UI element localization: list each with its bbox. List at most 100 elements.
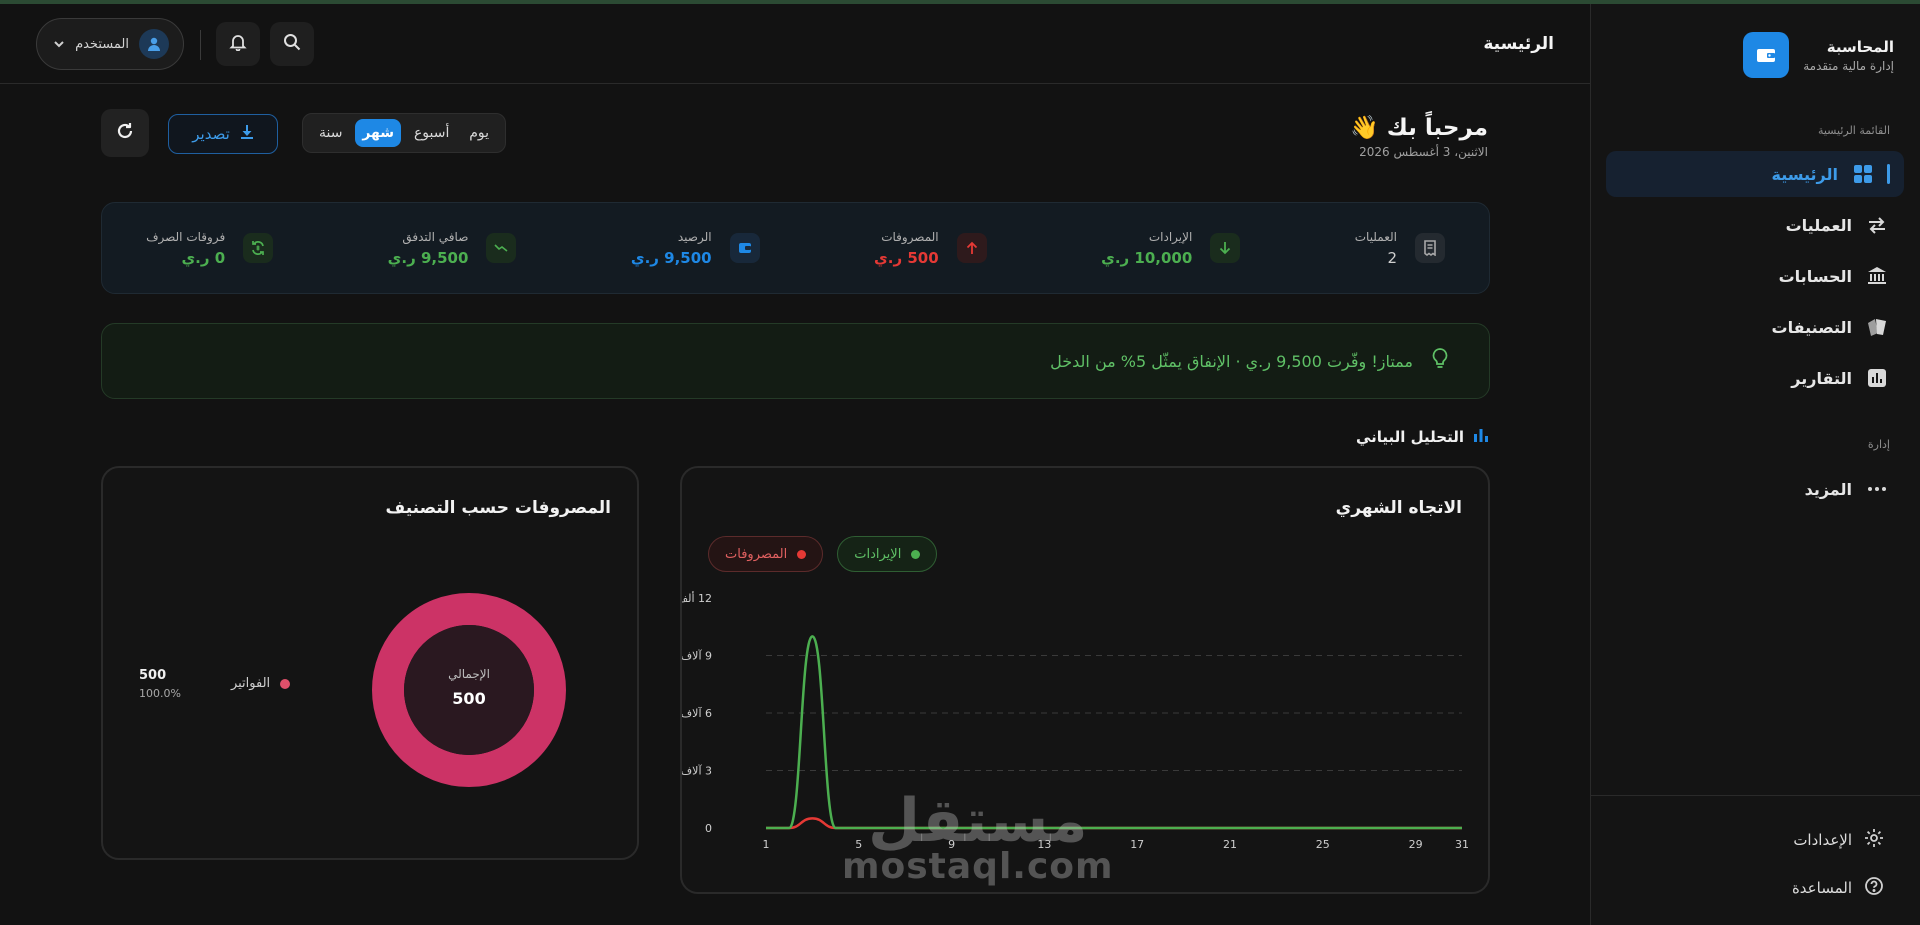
insight-banner: ممتاز! وفّرت 9,500 ر.ي · الإنفاق يمثّل 5… [101, 323, 1490, 399]
period-year[interactable]: سنة [312, 119, 349, 147]
y-tick-label: 9 آلاف [682, 649, 712, 663]
stat-label: صافي التدفق [402, 229, 469, 244]
sidebar-item-label: التقارير [1791, 368, 1852, 388]
expenses-by-category-card: المصروفات حسب التصنيف الإجمالي 500 500 10… [101, 466, 639, 860]
donut-center-label: الإجمالي [448, 667, 490, 681]
stat-net-flow: صافي التدفق 9,500 ر.ي [388, 230, 517, 267]
x-tick-label: 5 [855, 838, 862, 851]
stat-label: الإيرادات [1148, 229, 1193, 244]
stat-value: 0 ر.ي [181, 248, 226, 267]
stat-label: المصروفات [881, 229, 939, 244]
arrow-down-icon [1210, 233, 1241, 263]
gear-icon [1864, 828, 1884, 852]
sidebar-item-more[interactable]: المزيد [1606, 466, 1904, 512]
user-menu[interactable]: المستخدم [36, 18, 184, 70]
category-legend: 500 100.0% الفواتير [139, 668, 291, 700]
user-avatar-icon [139, 29, 169, 59]
settings-link[interactable]: الإعدادات [1793, 828, 1884, 852]
sidebar-item-accounts[interactable]: الحسابات [1606, 253, 1904, 299]
help-link[interactable]: المساعدة [1792, 876, 1884, 900]
sidebar-item-label: الحسابات [1778, 266, 1852, 286]
bell-icon [229, 33, 247, 55]
stat-revenue: الإيرادات 10,000 ر.ي [1101, 229, 1241, 267]
help-circle-icon [1864, 876, 1884, 900]
x-tick-label: 25 [1316, 838, 1330, 851]
brand-subtitle: إدارة مالية متقدمة [1803, 58, 1894, 73]
period-selector: يوم أسبوع شهر سنة [302, 113, 506, 153]
stat-label: فروقات الصرف [146, 229, 226, 244]
bar-chart-icon [1474, 428, 1488, 446]
sidebar-item-home[interactable]: الرئيسية [1606, 151, 1904, 197]
x-tick-label: 1 [763, 838, 770, 851]
page-title: الرئيسية [1483, 34, 1554, 54]
more-dots-icon [1866, 478, 1888, 500]
category-name: الفواتير [230, 676, 271, 691]
receipt-icon [1415, 233, 1445, 263]
nav-list-admin: المزيد [1606, 466, 1904, 517]
series-line-المصروفات [766, 817, 1462, 830]
period-day[interactable]: يوم [462, 119, 496, 147]
bank-icon [1866, 265, 1888, 287]
analytics-title: التحليل البياني [1355, 428, 1464, 446]
x-tick-label: 17 [1130, 838, 1144, 851]
y-tick-label: 12 ألف [682, 591, 712, 605]
x-tick-label: 13 [1037, 838, 1051, 851]
welcome-date: الاثنين، 3 أغسطس 2026 [1359, 145, 1488, 159]
grid-icon [1852, 163, 1874, 185]
refresh-icon [115, 121, 135, 145]
wallet-logo-icon [1743, 32, 1790, 78]
download-icon [240, 124, 254, 144]
category-donut-chart: الإجمالي 500 [372, 593, 566, 787]
stat-value: 2 [1387, 248, 1397, 267]
nav-section-admin: إدارة [1867, 438, 1890, 451]
tags-icon [1866, 316, 1888, 338]
sidebar: المحاسبة إدارة مالية متقدمة القائمة الرئ… [1590, 4, 1920, 925]
settings-label: الإعدادات [1793, 831, 1852, 849]
sidebar-item-reports[interactable]: التقارير [1606, 355, 1904, 401]
x-tick-label: 31 [1455, 838, 1469, 851]
export-button[interactable]: تصدير [168, 114, 278, 154]
stat-expenses: المصروفات 500 ر.ي [874, 230, 987, 267]
period-month[interactable]: شهر [355, 119, 402, 147]
top-header: الرئيسية المستخدم [0, 4, 1590, 84]
x-tick-label: 9 [948, 838, 955, 851]
category-value: 500 [139, 668, 167, 683]
sidebar-item-transactions[interactable]: العمليات [1606, 202, 1904, 248]
monthly-trend-card: الاتجاه الشهري المصروفات الإيرادات 03 آل… [680, 466, 1490, 894]
x-tick-label: 29 [1409, 838, 1423, 851]
stat-value: 10,000 ر.ي [1101, 248, 1193, 267]
period-week[interactable]: أسبوع [407, 119, 456, 147]
search-button[interactable] [270, 22, 314, 66]
legend-dot [280, 678, 291, 689]
y-tick-label: 0 [705, 822, 712, 835]
stat-value: 500 ر.ي [874, 248, 939, 267]
sidebar-item-label: العمليات [1785, 215, 1852, 235]
monthly-trend-chart: 0 3 آلاف 6 آلاف 9 آلاف 12 ألف 1 5 9 13 17 21 25 29 31 [682, 591, 1469, 851]
lightbulb-icon [1431, 348, 1449, 374]
x-tick-label: 21 [1223, 838, 1237, 851]
notifications-button[interactable] [216, 22, 260, 66]
header-divider [200, 30, 201, 60]
stat-label: الرصيد [677, 229, 712, 244]
sidebar-item-categories[interactable]: التصنيفات [1606, 304, 1904, 350]
welcome-title: مرحباً بك 👋 [1350, 115, 1488, 141]
search-icon [283, 33, 301, 55]
y-tick-label: 6 آلاف [682, 706, 712, 720]
y-tick-label: 3 آلاف [682, 764, 712, 778]
category-percent: 100.0% [139, 687, 181, 700]
category-legend-item[interactable]: الفواتير [230, 676, 291, 691]
sidebar-item-label: الرئيسية [1771, 164, 1839, 184]
bar-chart-icon [1866, 367, 1888, 389]
refresh-button[interactable] [101, 109, 149, 157]
series-line-الإيرادات [766, 635, 1462, 830]
analytics-section-title: التحليل البياني [1356, 428, 1488, 446]
stat-transactions: العمليات 2 [1355, 230, 1445, 267]
stat-value: 9,500 ر.ي [387, 248, 469, 267]
arrow-up-icon [956, 233, 987, 263]
stat-label: العمليات [1354, 229, 1397, 244]
export-label: تصدير [192, 125, 230, 143]
stat-balance: الرصيد 9,500 ر.ي [631, 230, 760, 267]
brand: المحاسبة إدارة مالية متقدمة [1743, 32, 1894, 78]
help-label: المساعدة [1791, 879, 1852, 897]
user-name: المستخدم [75, 36, 129, 52]
